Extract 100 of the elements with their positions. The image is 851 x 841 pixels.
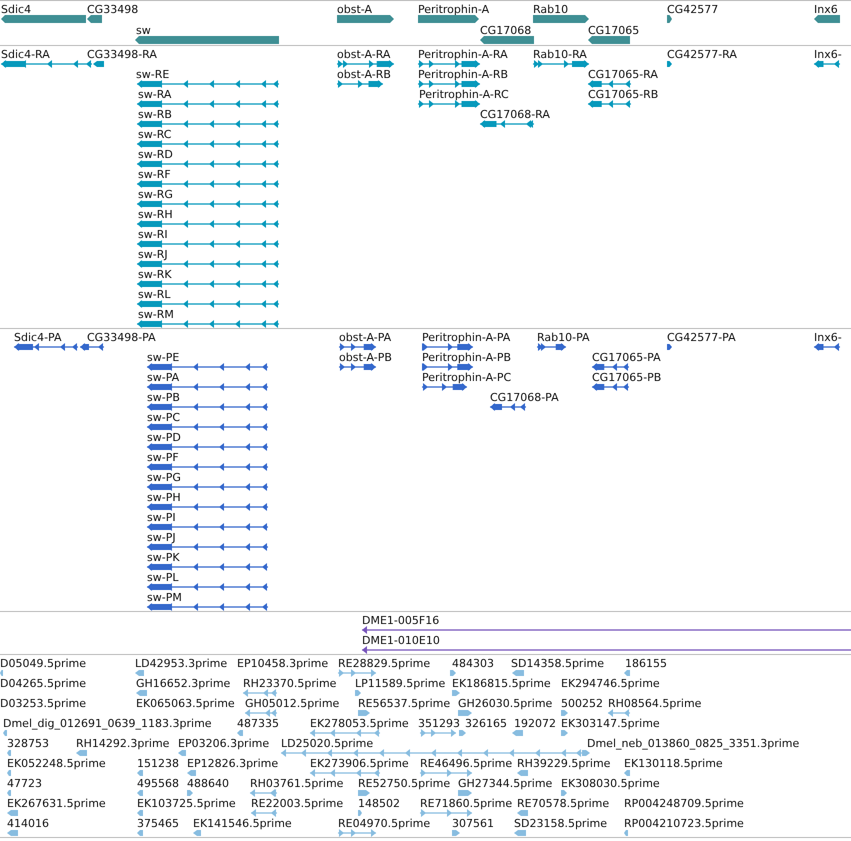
feature-label: obst-A-RB: [337, 68, 391, 81]
feature-label: sw-RC: [138, 128, 172, 141]
feature-label: CG33498-RA: [87, 48, 157, 61]
feature-label: 328753: [7, 737, 49, 750]
feature-label: CG17068-RA: [480, 108, 550, 121]
feature-label: 375465: [137, 817, 179, 830]
feature-label: 487335: [237, 717, 279, 730]
feature-label: 414016: [7, 817, 49, 830]
feature-label: Sdic4: [1, 3, 32, 16]
feature-label: RE70578.5prime: [517, 797, 610, 810]
feature-label: sw-RD: [138, 148, 173, 161]
feature-label: RE22003.5prime: [251, 797, 344, 810]
feature-label: Peritrophin-A-RA: [418, 48, 508, 61]
feature-label: D03253.5prime: [0, 697, 86, 710]
feature-label: 307561: [452, 817, 494, 830]
feature-label: sw-RL: [138, 288, 170, 301]
feature-label: RP004210723.5prime: [624, 817, 744, 830]
feature-label: obst-A-RA: [337, 48, 390, 61]
feature-label: EK186815.5prime: [452, 677, 551, 690]
feature-label: LD25020.5prime: [281, 737, 374, 750]
feature-label: EK278053.5prime: [310, 717, 409, 730]
feature-label: RH23370.5prime: [243, 677, 336, 690]
feature-label: EK065063.5prime: [136, 697, 235, 710]
feature-label: sw-PF: [147, 451, 179, 464]
feature-label: 500252: [561, 697, 603, 710]
feature-label: GH05012.5prime: [245, 697, 340, 710]
feature-label: 148502: [358, 797, 400, 810]
feature-label: 484303: [452, 657, 494, 670]
feature-label: EK294746.5prime: [561, 677, 660, 690]
feature-label: 351293: [418, 717, 460, 730]
feature-label: sw-PA: [147, 371, 180, 384]
feature-label: RH03761.5prime: [250, 777, 344, 790]
feature-label: GH27344.5prime: [458, 777, 552, 790]
feature-label: EP10458.3prime: [237, 657, 328, 670]
feature-label: sw-PL: [147, 571, 178, 584]
feature-label: Rab10-PA: [537, 331, 590, 344]
feature-label: CG42577: [667, 3, 718, 16]
feature-label: RE28829.5prime: [338, 657, 430, 670]
feature-label: RP004248709.5prime: [624, 797, 744, 810]
feature-label: sw-PK: [147, 551, 180, 564]
feature-label: sw-PI: [147, 511, 176, 524]
feature-label: CG42577-PA: [667, 331, 736, 344]
feature-label: EK273906.5prime: [310, 757, 409, 770]
feature-label: RE52750.5prime: [358, 777, 450, 790]
feature-label: sw-PG: [147, 471, 181, 484]
feature-label: DME1-005F16: [362, 614, 440, 627]
feature-label: CG17065: [588, 24, 640, 37]
feature-label: sw-PH: [147, 491, 181, 504]
feature-label: obst-A-PB: [339, 351, 392, 364]
feature-label: RH08564.5prime: [608, 697, 702, 710]
feature-label: sw-RK: [138, 268, 172, 281]
feature-label: 192072: [514, 717, 556, 730]
feature-label: Peritrophin-A-PA: [422, 331, 510, 344]
feature-label: D05049.5prime: [0, 657, 86, 670]
feature-label: EK141546.5prime: [193, 817, 292, 830]
feature-label: 488640: [187, 777, 229, 790]
feature-label: LP11589.5prime: [355, 677, 446, 690]
feature-label: 495568: [137, 777, 179, 790]
feature-label: CG42577-RA: [667, 48, 737, 61]
feature-label: sw-PM: [147, 591, 182, 604]
feature-label: EP12826.3prime: [187, 757, 278, 770]
feature-label: EK308030.5prime: [561, 777, 660, 790]
feature-label: Peritrophin-A-PC: [422, 371, 512, 384]
feature-label: RH39229.5prime: [517, 757, 610, 770]
feature-label: Inx6: [814, 3, 838, 16]
feature-label: RE71860.5prime: [420, 797, 512, 810]
feature-label: sw-RB: [138, 108, 172, 121]
feature-label: 47723: [7, 777, 42, 790]
feature-label: sw-RE: [136, 68, 170, 81]
feature-label: sw-RA: [138, 88, 172, 101]
feature-label: RH14292.3prime: [76, 737, 170, 750]
feature-label: Peritrophin-A: [418, 3, 490, 16]
feature-label: EK130118.5prime: [624, 757, 723, 770]
feature-label: sw-RG: [138, 188, 173, 201]
feature-label: CG17065-RA: [588, 68, 658, 81]
feature-label: LD42953.3prime: [135, 657, 228, 670]
feature-label: EK052248.5prime: [7, 757, 106, 770]
feature-label: SD23158.5prime: [514, 817, 607, 830]
feature-label: CG17065-PA: [592, 351, 661, 364]
feature-label: RE04970.5prime: [338, 817, 430, 830]
feature-label: EK103725.5prime: [137, 797, 236, 810]
feature-label: RE56537.5prime: [358, 697, 450, 710]
feature-label: sw-RF: [138, 168, 171, 181]
feature-label: GH16652.3prime: [136, 677, 230, 690]
feature-label: Inx6-: [814, 48, 842, 61]
feature-label: CG17065-RB: [588, 88, 658, 101]
feature-label: Peritrophin-A-RB: [418, 68, 508, 81]
feature-label: obst-A: [337, 3, 372, 16]
feature-label: sw: [136, 24, 151, 37]
feature-label: EK267631.5prime: [7, 797, 106, 810]
feature-label: EP03206.3prime: [178, 737, 270, 750]
feature-label: CG17068: [480, 24, 532, 37]
feature-label: DME1-010E10: [362, 634, 440, 647]
feature-label: CG17068-PA: [490, 391, 559, 404]
feature-label: 326165: [465, 717, 507, 730]
feature-label: RE46496.5prime: [420, 757, 512, 770]
feature-label: sw-RJ: [138, 248, 168, 261]
feature-label: Dmel_neb_013860_0825_3351.3prime: [587, 737, 800, 750]
feature-label: Inx6-: [814, 331, 842, 344]
feature-label: sw-PJ: [147, 531, 176, 544]
